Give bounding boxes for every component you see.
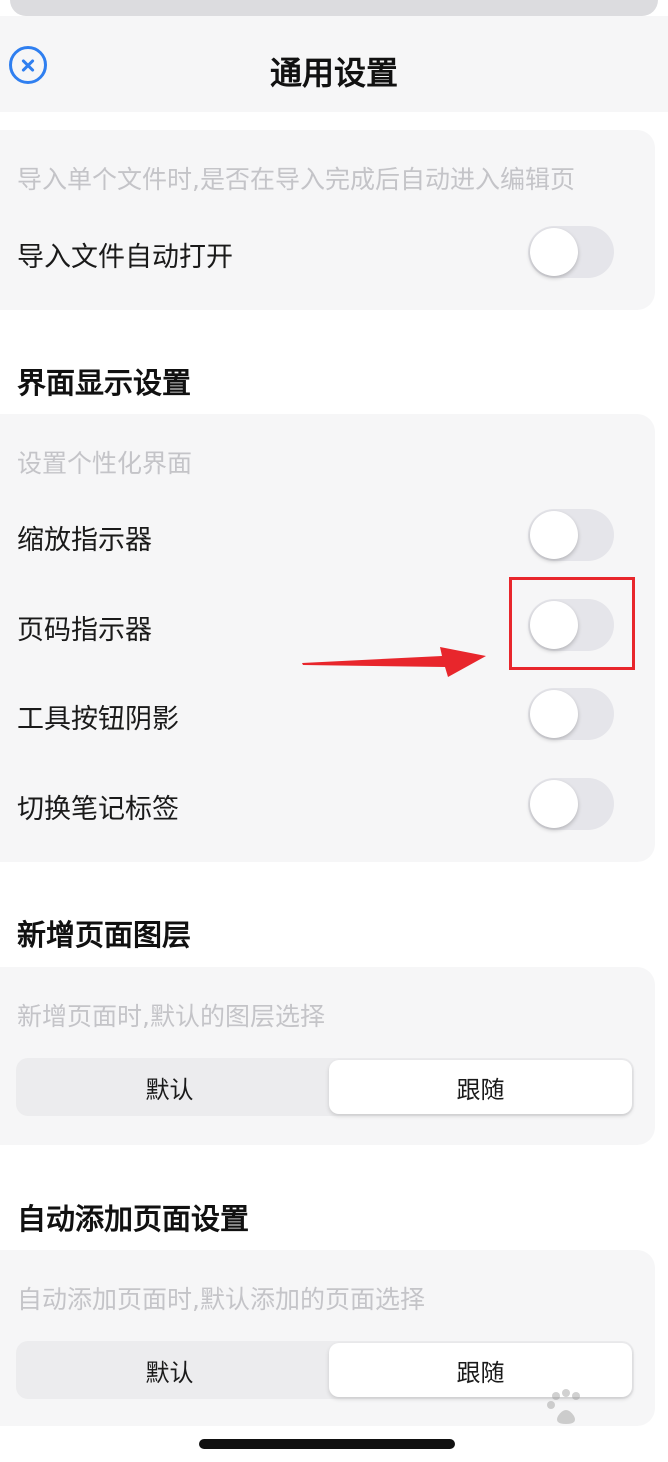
auto-add-page-title: 自动添加页面设置 — [17, 1202, 250, 1236]
baidu-jingyan-watermark — [506, 1388, 636, 1448]
switch-note-tabs-label: 切换笔记标签 — [17, 794, 179, 825]
sheet-top-edge — [0, 0, 668, 16]
home-indicator[interactable] — [199, 1439, 455, 1449]
layer-option-default[interactable]: 默认 — [18, 1060, 321, 1114]
zoom-indicator-toggle[interactable] — [528, 509, 614, 561]
page-number-indicator-label: 页码指示器 — [17, 615, 152, 646]
import-description: 导入单个文件时,是否在导入完成后自动进入编辑页 — [17, 165, 575, 194]
page-title: 通用设置 — [269, 54, 398, 92]
new-page-layer-title: 新增页面图层 — [17, 918, 192, 952]
settings-content: 导入单个文件时,是否在导入完成后自动进入编辑页 导入文件自动打开 界面显示设置 … — [0, 112, 668, 1462]
new-page-layer-card: 新增页面时,默认的图层选择 默认 跟随 — [0, 967, 655, 1145]
display-description: 设置个性化界面 — [17, 449, 193, 478]
layer-segmented-control: 默认 跟随 — [16, 1058, 634, 1116]
auto-open-toggle[interactable] — [528, 226, 614, 278]
toggle-knob — [530, 511, 578, 559]
annotation-arrow-icon — [302, 647, 486, 677]
tool-button-shadow-toggle[interactable] — [528, 688, 614, 740]
layer-option-follow[interactable]: 跟随 — [329, 1060, 632, 1114]
auto-open-label: 导入文件自动打开 — [17, 242, 233, 273]
watermark-logo-icon — [547, 1389, 580, 1424]
background-sheet — [10, 0, 658, 16]
new-page-layer-description: 新增页面时,默认的图层选择 — [17, 1002, 325, 1031]
toggle-knob — [530, 228, 578, 276]
tool-button-shadow-label: 工具按钮阴影 — [17, 704, 179, 735]
switch-note-tabs-toggle[interactable] — [528, 778, 614, 830]
toggle-knob — [530, 780, 578, 828]
import-settings-card: 导入单个文件时,是否在导入完成后自动进入编辑页 导入文件自动打开 — [0, 130, 655, 310]
nav-header: 通用设置 — [0, 16, 668, 112]
auto-add-page-description: 自动添加页面时,默认添加的页面选择 — [17, 1285, 425, 1314]
zoom-indicator-label: 缩放指示器 — [17, 525, 152, 556]
page-option-default[interactable]: 默认 — [18, 1343, 321, 1397]
display-section-title: 界面显示设置 — [17, 366, 192, 400]
toggle-knob — [530, 690, 578, 738]
annotation-highlight-box — [509, 577, 635, 670]
